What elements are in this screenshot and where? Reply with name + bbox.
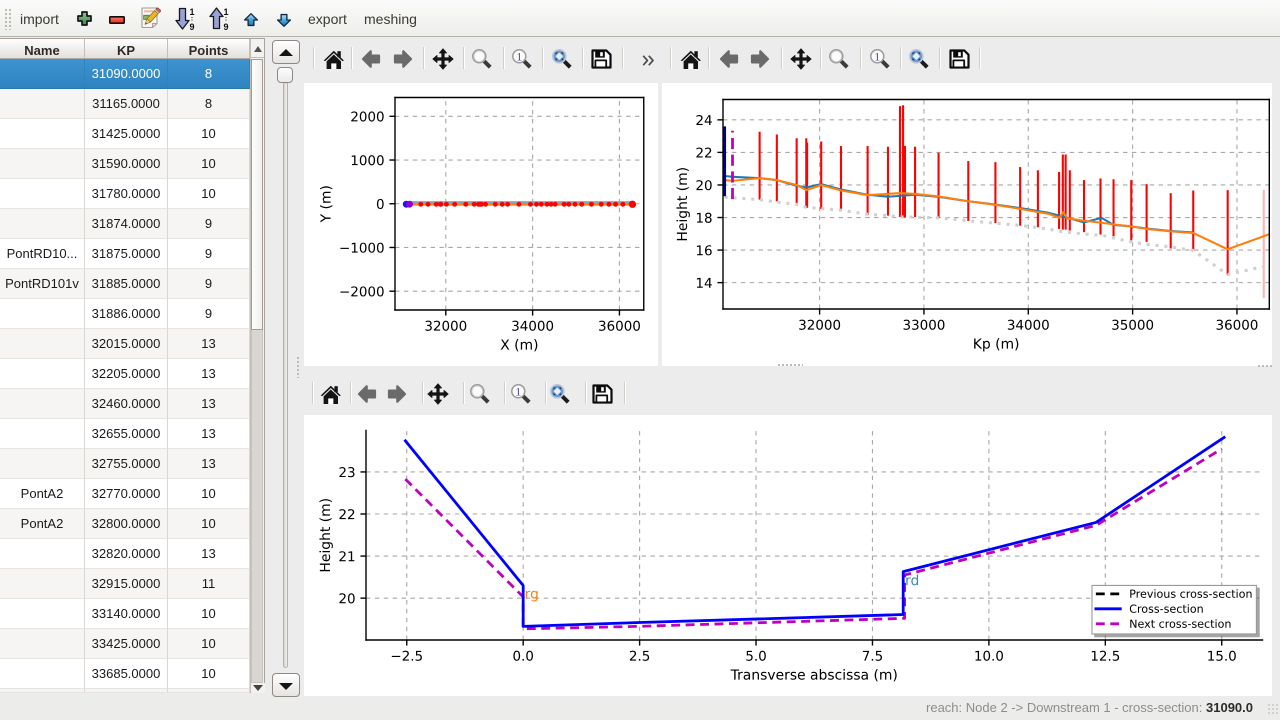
svg-text:9: 9	[223, 22, 228, 31]
svg-text:1: 1	[223, 7, 228, 17]
svg-text:9: 9	[189, 22, 194, 31]
svg-text:1: 1	[189, 7, 194, 17]
